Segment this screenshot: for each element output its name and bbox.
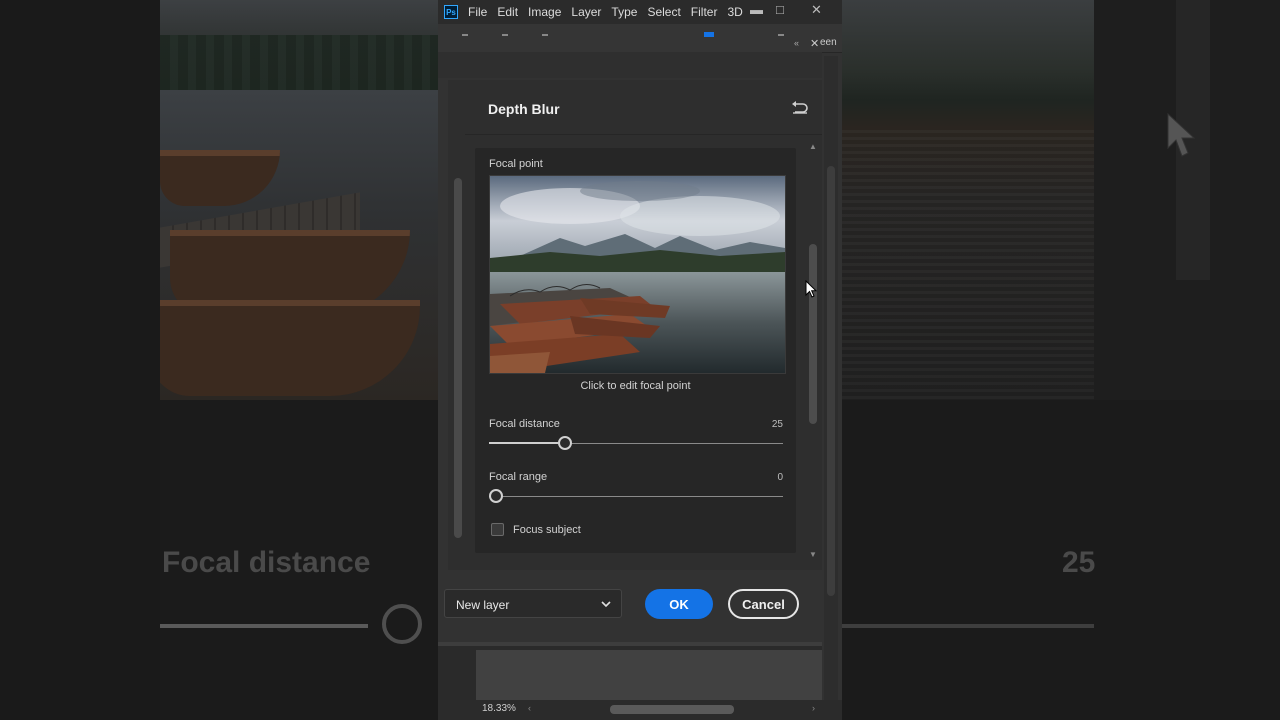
window-scrollbar[interactable] — [824, 56, 838, 700]
cancel-button[interactable]: Cancel — [728, 589, 799, 619]
options-screen-text: een — [820, 37, 837, 48]
menu-image[interactable]: Image — [528, 5, 561, 19]
ok-button[interactable]: OK — [645, 589, 713, 619]
options-active-marker — [704, 32, 714, 37]
canvas-area — [438, 642, 822, 704]
panel-footer: New layer OK Cancel — [438, 570, 822, 642]
menu-3d[interactable]: 3D — [727, 5, 742, 19]
focal-distance-slider-fill — [489, 442, 566, 444]
focal-range-slider-track[interactable] — [489, 496, 783, 497]
output-dropdown-value: New layer — [456, 598, 510, 612]
output-dropdown[interactable]: New layer — [444, 589, 622, 618]
mouse-cursor-icon — [805, 280, 818, 298]
scroll-up-icon[interactable]: ▲ — [809, 142, 817, 151]
photoshop-window: Ps File Edit Image Layer Type Select Fil… — [438, 0, 842, 720]
reset-icon[interactable] — [791, 100, 809, 114]
panel-scrollbar[interactable]: ▲ ▼ — [808, 142, 818, 562]
panel-body: Focal point Click to edit focal point Fo… — [475, 148, 796, 553]
background-focal-distance-label: Focal distance — [162, 546, 371, 579]
options-tool-icon-3 — [542, 34, 548, 36]
focal-distance-label: Focal distance — [489, 418, 560, 430]
panel-close-icon[interactable]: ✕ — [810, 37, 819, 50]
focal-point-caption: Click to edit focal point — [580, 380, 691, 392]
background-slider-track — [160, 624, 368, 628]
background-focal-distance-value: 25 — [1062, 546, 1096, 579]
background-far-right — [1094, 0, 1280, 400]
menu-edit[interactable]: Edit — [497, 5, 518, 19]
background-cursor-icon — [1167, 112, 1196, 157]
window-close-icon[interactable]: ✕ — [811, 2, 822, 18]
focus-subject-checkbox[interactable] — [491, 523, 504, 536]
options-tool-icon-2 — [502, 34, 508, 36]
background-image-right — [842, 0, 1094, 400]
background-lower-right — [842, 400, 1280, 720]
document-canvas — [476, 650, 822, 704]
background-slider-thumb — [382, 604, 422, 644]
chevron-down-icon — [601, 601, 611, 608]
menu-select[interactable]: Select — [647, 5, 680, 19]
focal-range-slider-knob[interactable] — [489, 489, 503, 503]
left-scrollbar[interactable] — [454, 84, 462, 564]
panel-tab-strip — [438, 52, 822, 78]
horizontal-scrollbar-thumb[interactable] — [610, 705, 734, 714]
focal-point-label: Focal point — [489, 158, 543, 170]
options-tool-icon — [462, 34, 468, 36]
focus-subject-label: Focus subject — [513, 524, 581, 536]
menu-file[interactable]: File — [468, 5, 487, 19]
scroll-down-icon[interactable]: ▼ — [809, 550, 817, 559]
maximize-icon[interactable]: □ — [776, 2, 784, 17]
menu-filter[interactable]: Filter — [691, 5, 718, 19]
status-bar: 18.33% ‹ › — [438, 700, 842, 720]
focal-distance-slider-knob[interactable] — [558, 436, 573, 450]
background-slider-track-right — [842, 624, 1094, 628]
focal-distance-value: 25 — [771, 419, 783, 430]
options-bar: « ✕ een — [438, 24, 842, 53]
minimize-icon[interactable]: ▬ — [750, 2, 763, 17]
zoom-level: 18.33% — [482, 703, 516, 714]
focal-range-label: Focal range — [489, 471, 548, 483]
panel-header: Depth Blur — [465, 80, 822, 135]
menu-type[interactable]: Type — [611, 5, 637, 19]
menu-layer[interactable]: Layer — [571, 5, 601, 19]
options-tool-icon-4 — [778, 34, 784, 36]
focal-point-preview-image[interactable] — [489, 175, 786, 374]
photoshop-logo: Ps — [444, 5, 458, 19]
menu-bar: Ps File Edit Image Layer Type Select Fil… — [438, 0, 842, 24]
collapse-panel-icon[interactable]: « — [794, 38, 799, 48]
scroll-right-icon[interactable]: › — [812, 703, 815, 713]
panel-title: Depth Blur — [488, 101, 560, 117]
scroll-left-icon[interactable]: ‹ — [528, 703, 531, 713]
focal-range-value: 0 — [777, 472, 783, 483]
